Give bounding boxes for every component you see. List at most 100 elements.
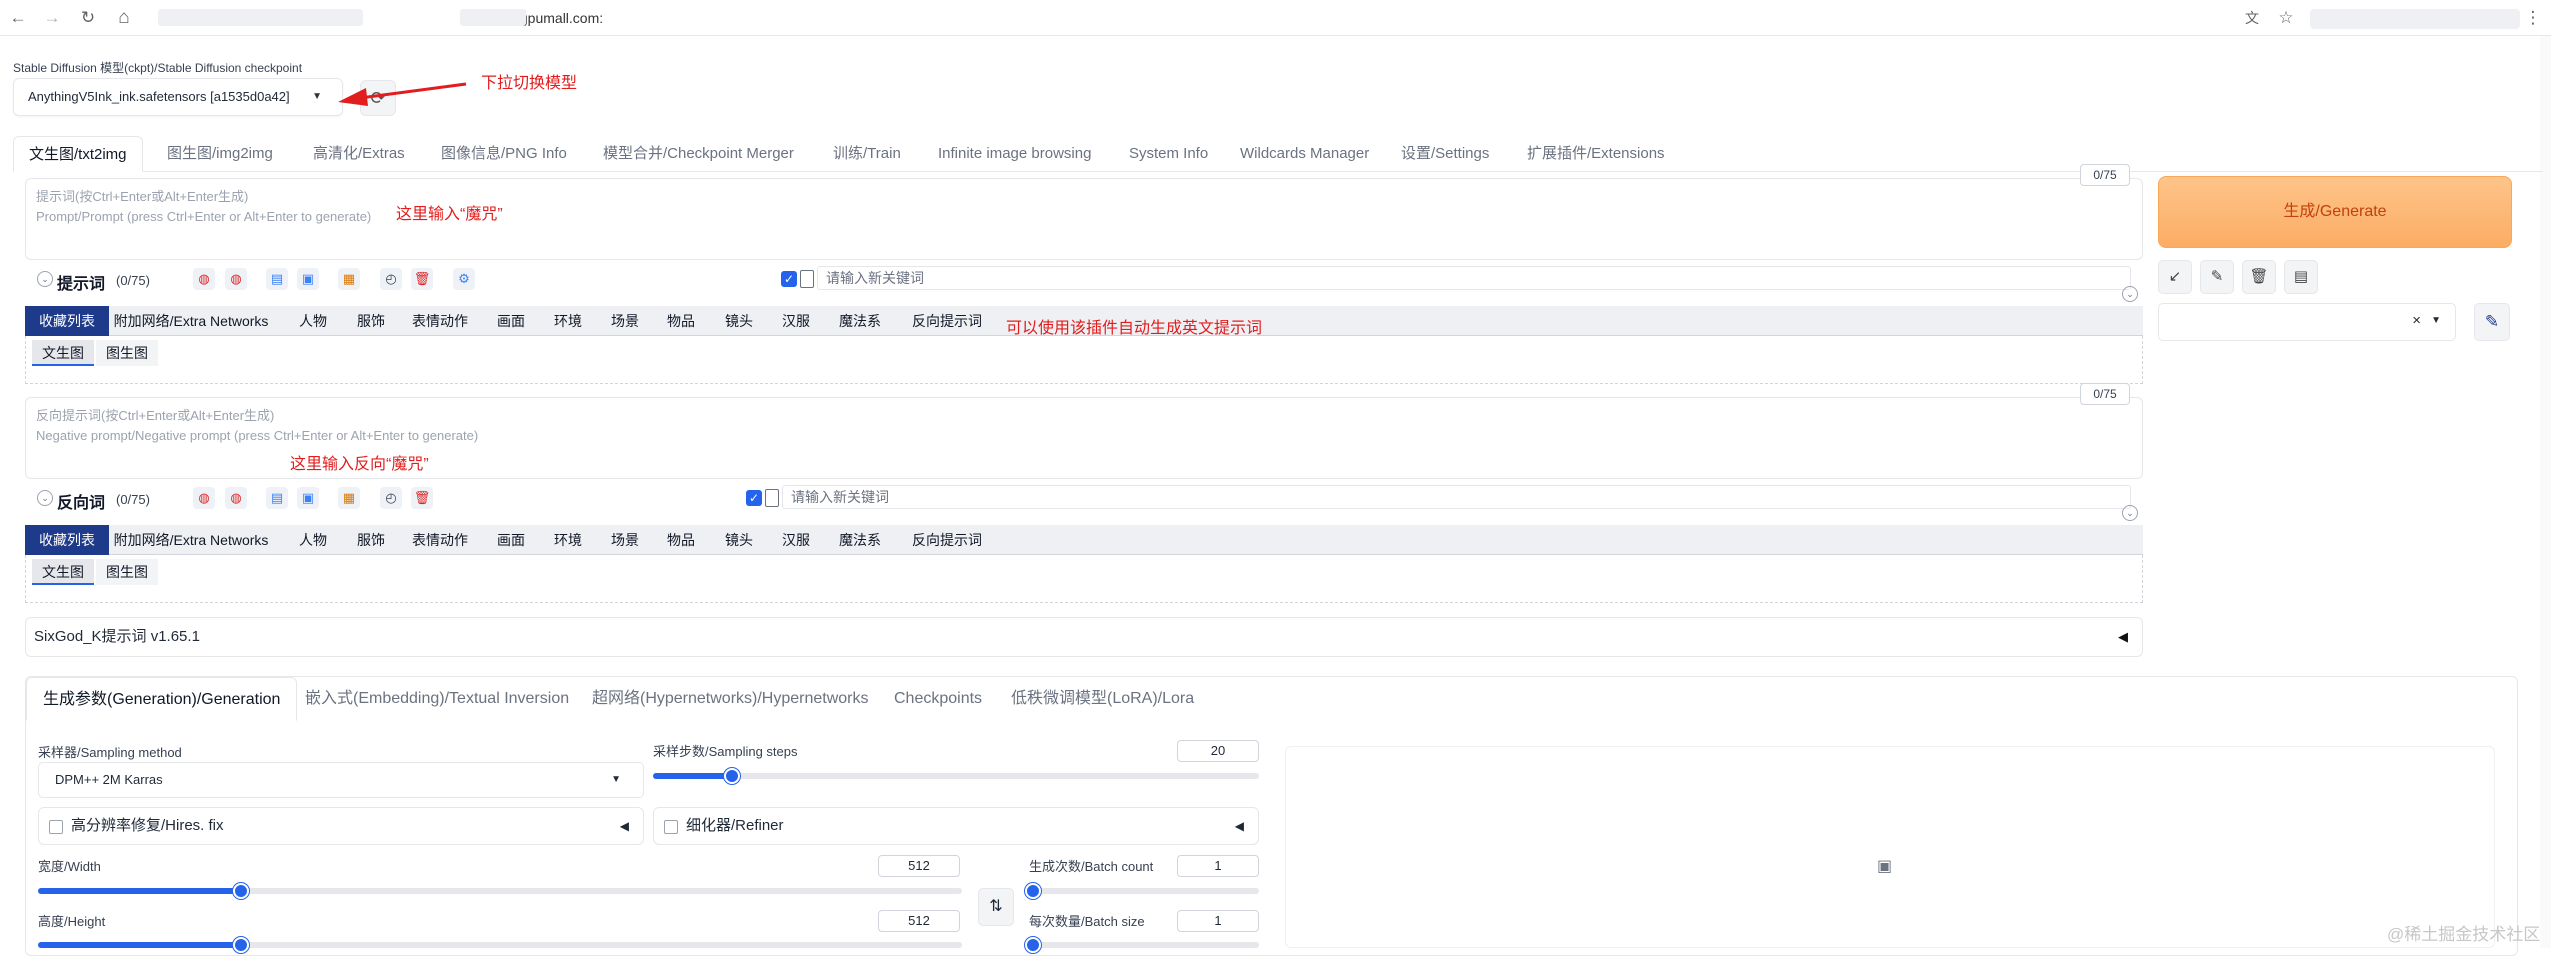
model-select[interactable]: AnythingV5Ink_ink.safetensors [a1535d0a4… — [13, 78, 343, 116]
batch-size-slider-thumb[interactable] — [1025, 937, 1041, 953]
translate-back-icon[interactable]: ◍ — [225, 268, 247, 290]
history-icon[interactable]: ◴ — [380, 268, 402, 290]
height-number-input[interactable]: 512 — [878, 910, 960, 932]
tab-extensions[interactable]: 扩展插件/Extensions — [1527, 136, 1665, 172]
subtab-img2img[interactable]: 图生图 — [96, 340, 158, 366]
expand-keywords-icon[interactable]: ⌄ — [2122, 286, 2138, 302]
negative-keyword-input[interactable]: 请输入新关键词 — [782, 485, 2131, 509]
subtab-txt2img[interactable]: 文生图 — [32, 340, 94, 366]
category-tab-magic[interactable]: 魔法系 — [828, 306, 892, 336]
category-tab-clothing[interactable]: 服饰 — [345, 525, 397, 555]
translate-globe-icon[interactable]: ◍ — [193, 268, 215, 290]
category-tab-scene-style[interactable]: 画面 — [485, 525, 537, 555]
category-tab-hanfu[interactable]: 汉服 — [770, 525, 822, 555]
category-tab-character[interactable]: 人物 — [287, 306, 339, 336]
swap-dimensions-button[interactable]: ⇅ — [978, 888, 1014, 926]
tab-hypernetworks[interactable]: 超网络(Hypernetworks)/Hypernetworks — [592, 677, 869, 721]
tab-wildcards-manager[interactable]: Wildcards Manager — [1240, 136, 1369, 172]
styles-select[interactable]: × ▼ — [2158, 303, 2456, 341]
translate-globe-icon[interactable]: ◍ — [193, 487, 215, 509]
clear-x-icon[interactable]: × — [2412, 312, 2421, 329]
category-tab-clothing[interactable]: 服饰 — [345, 306, 397, 336]
collapse-prompt-icon[interactable]: ⌄ — [37, 271, 53, 287]
bookmark-prompt-icon[interactable]: ▣ — [297, 268, 319, 290]
tab-generation[interactable]: 生成参数(Generation)/Generation — [26, 677, 298, 721]
translate-back-icon[interactable]: ◍ — [225, 487, 247, 509]
sampler-select[interactable]: DPM++ 2M Karras ▼ — [38, 762, 644, 798]
copy-prompt-icon[interactable]: ▤ — [266, 268, 288, 290]
bookmark-star-icon[interactable]: ☆ — [2274, 6, 2298, 30]
category-tab-scene[interactable]: 场景 — [599, 306, 651, 336]
category-tab-favorites[interactable]: 收藏列表 — [25, 525, 109, 555]
tab-system-info[interactable]: System Info — [1129, 136, 1208, 172]
category-tab-scene[interactable]: 场景 — [599, 525, 651, 555]
width-slider[interactable] — [38, 883, 962, 899]
batch-size-slider[interactable] — [1025, 937, 1259, 953]
negative-keyword-mode-checkbox[interactable] — [765, 489, 779, 507]
subtab-txt2img[interactable]: 文生图 — [32, 559, 94, 585]
tab-checkpoint-merger[interactable]: 模型合并/Checkpoint Merger — [603, 136, 794, 172]
steps-slider-thumb[interactable] — [723, 768, 740, 784]
category-tab-negative[interactable]: 反向提示词 — [899, 525, 995, 555]
batch-size-number-input[interactable]: 1 — [1177, 910, 1259, 932]
reload-icon[interactable]: ↻ — [76, 6, 100, 30]
translate-icon[interactable]: 文 — [2240, 6, 2264, 30]
keyword-mode-checkbox[interactable] — [800, 270, 814, 288]
refiner-checkbox[interactable] — [664, 820, 678, 834]
random-prompt-icon[interactable]: ▦ — [338, 487, 360, 509]
tab-txt2img[interactable]: 文生图/txt2img — [13, 136, 143, 172]
page-scrollbar[interactable] — [2540, 36, 2551, 948]
trash-icon[interactable]: 🗑 — [411, 268, 433, 290]
copy-prompt-icon[interactable]: ▤ — [266, 487, 288, 509]
category-tab-items[interactable]: 物品 — [655, 525, 707, 555]
category-tab-magic[interactable]: 魔法系 — [828, 525, 892, 555]
tab-img2img[interactable]: 图生图/img2img — [167, 136, 273, 172]
category-tab-items[interactable]: 物品 — [655, 306, 707, 336]
read-params-button[interactable]: ↙ — [2158, 260, 2192, 294]
keyword-input[interactable]: 请输入新关键词 — [817, 266, 2131, 290]
hires-fix-checkbox[interactable] — [49, 820, 63, 834]
category-tab-character[interactable]: 人物 — [287, 525, 339, 555]
bookmark-prompt-icon[interactable]: ▣ — [297, 487, 319, 509]
edit-styles-button[interactable]: ✎ — [2474, 303, 2510, 341]
extra-networks-button[interactable]: ▤ — [2284, 260, 2318, 294]
home-icon[interactable]: ⌂ — [112, 6, 136, 30]
batch-count-slider-thumb[interactable] — [1025, 883, 1041, 899]
category-tab-camera[interactable]: 镜头 — [713, 306, 765, 336]
category-tab-environment[interactable]: 环境 — [542, 306, 594, 336]
paste-style-button[interactable]: ✎ — [2200, 260, 2234, 294]
height-slider[interactable] — [38, 937, 962, 953]
tab-checkpoints[interactable]: Checkpoints — [894, 677, 982, 721]
negative-keyword-enable-checkbox[interactable]: ✓ — [746, 490, 762, 506]
forward-icon[interactable]: → — [40, 6, 64, 30]
category-tab-favorites[interactable]: 收藏列表 — [25, 306, 109, 336]
category-tab-expression[interactable]: 表情动作 — [401, 525, 479, 555]
category-tab-extra-networks[interactable]: 附加网络/Extra Networks — [111, 525, 271, 555]
expand-negative-keywords-icon[interactable]: ⌄ — [2122, 505, 2138, 521]
batch-count-number-input[interactable]: 1 — [1177, 855, 1259, 877]
category-tab-extra-networks[interactable]: 附加网络/Extra Networks — [111, 306, 271, 336]
clear-prompt-button[interactable]: 🗑 — [2242, 260, 2276, 294]
category-tab-expression[interactable]: 表情动作 — [401, 306, 479, 336]
tab-textual-inversion[interactable]: 嵌入式(Embedding)/Textual Inversion — [305, 677, 569, 721]
keyword-enable-checkbox[interactable]: ✓ — [781, 271, 797, 287]
tab-png-info[interactable]: 图像信息/PNG Info — [441, 136, 567, 172]
history-icon[interactable]: ◴ — [380, 487, 402, 509]
collapse-negative-icon[interactable]: ⌄ — [37, 490, 53, 506]
category-tab-environment[interactable]: 环境 — [542, 525, 594, 555]
browser-menu-icon[interactable]: ⋮ — [2521, 6, 2545, 30]
hires-fix-accordion[interactable]: 高分辨率修复/Hires. fix ◀ — [38, 807, 644, 845]
category-tab-hanfu[interactable]: 汉服 — [770, 306, 822, 336]
prompt-textarea[interactable]: 提示词(按Ctrl+Enter或Alt+Enter生成) Prompt/Prom… — [25, 178, 2143, 260]
tab-lora[interactable]: 低秩微调模型(LoRA)/Lora — [1011, 677, 1194, 721]
category-tab-scene-style[interactable]: 画面 — [485, 306, 537, 336]
tab-extras[interactable]: 高清化/Extras — [313, 136, 405, 172]
sixgod-accordion[interactable]: SixGod_K提示词 v1.65.1 ◀ — [25, 617, 2143, 657]
tab-infinite-image-browsing[interactable]: Infinite image browsing — [938, 136, 1091, 172]
subtab-img2img[interactable]: 图生图 — [96, 559, 158, 585]
random-prompt-icon[interactable]: ▦ — [338, 268, 360, 290]
generate-button[interactable]: 生成/Generate — [2158, 176, 2512, 248]
tab-settings[interactable]: 设置/Settings — [1401, 136, 1489, 172]
width-number-input[interactable]: 512 — [878, 855, 960, 877]
category-tab-negative[interactable]: 反向提示词 — [899, 306, 995, 336]
